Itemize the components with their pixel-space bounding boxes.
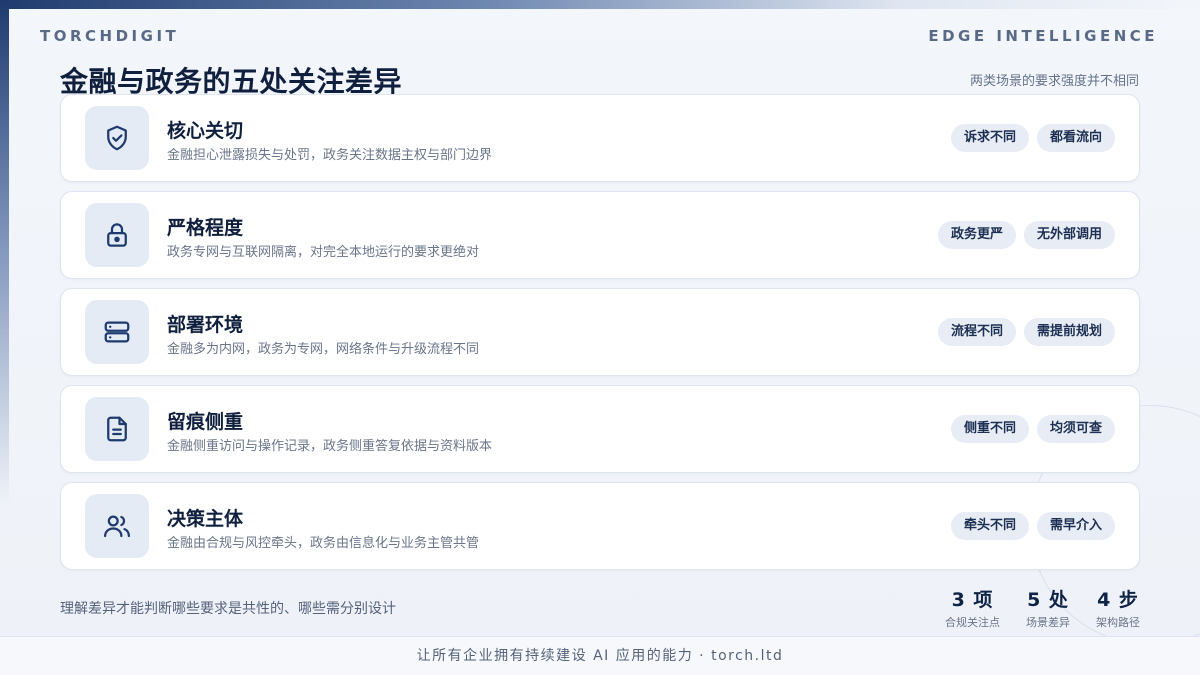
shield-check-icon — [85, 106, 149, 170]
stat-value: 5 处 — [1027, 589, 1069, 611]
card-title: 留痕侧重 — [167, 411, 244, 433]
card-description: 金融担心泄露损失与处罚，政务关注数据主权与部门边界 — [167, 148, 493, 163]
card-tags: 流程不同 需提前规划 — [937, 318, 1115, 346]
lock-icon — [85, 203, 149, 267]
users-icon — [85, 494, 149, 558]
card-tags: 侧重不同 均须可查 — [950, 415, 1115, 443]
stat-value: 4 步 — [1097, 589, 1139, 611]
tag-pill: 均须可查 — [1036, 415, 1115, 443]
card-description: 政务专网与互联网隔离，对完全本地运行的要求更绝对 — [167, 245, 480, 260]
card-description: 金融由合规与风控牵头，政务由信息化与业务主管共管 — [167, 536, 480, 551]
summary-stats: 3 项 合规关注点 5 处 场景差异 4 步 架构路径 — [945, 585, 1140, 630]
difference-card-list: 核心关切 金融担心泄露损失与处罚，政务关注数据主权与部门边界 诉求不同 都看流向… — [60, 94, 1140, 579]
card-title: 部署环境 — [167, 314, 244, 336]
stat-item: 5 处 场景差异 — [1026, 585, 1070, 630]
tag-pill: 需提前规划 — [1023, 318, 1115, 346]
stat-item: 3 项 合规关注点 — [945, 585, 1000, 630]
tag-pill: 需早介入 — [1036, 512, 1115, 540]
left-accent-bar — [0, 0, 9, 675]
brand-tagline: EDGE INTELLIGENCE — [928, 27, 1158, 45]
slide: TORCHDIGIT EDGE INTELLIGENCE 金融与政务的五处关注差… — [0, 0, 1200, 675]
bottom-tagline-bar: 让所有企业拥有持续建设 AI 应用的能力 · torch.ltd — [0, 636, 1200, 675]
tag-pill: 都看流向 — [1036, 124, 1115, 152]
card-description: 金融侧重访问与操作记录，政务侧重答复依据与资料版本 — [167, 439, 493, 454]
document-icon — [85, 397, 149, 461]
card-tags: 诉求不同 都看流向 — [950, 124, 1115, 152]
tag-pill: 无外部调用 — [1023, 221, 1115, 249]
difference-card: 部署环境 金融多为内网，政务为专网，网络条件与升级流程不同 流程不同 需提前规划 — [60, 288, 1140, 376]
stat-label: 架构路径 — [1096, 616, 1140, 629]
tag-pill: 诉求不同 — [950, 124, 1029, 152]
card-tags: 牵头不同 需早介入 — [950, 512, 1115, 540]
page-subtitle: 两类场景的要求强度并不相同 — [969, 74, 1139, 89]
server-icon — [85, 300, 149, 364]
tag-pill: 牵头不同 — [950, 512, 1029, 540]
stat-item: 4 步 架构路径 — [1096, 585, 1140, 630]
stat-value: 3 项 — [951, 589, 994, 611]
difference-card: 决策主体 金融由合规与风控牵头，政务由信息化与业务主管共管 牵头不同 需早介入 — [60, 482, 1140, 570]
card-title: 严格程度 — [167, 217, 244, 239]
card-description: 金融多为内网，政务为专网，网络条件与升级流程不同 — [167, 342, 480, 357]
stat-label: 场景差异 — [1026, 616, 1070, 629]
top-accent-bar — [0, 0, 1200, 9]
stat-label: 合规关注点 — [945, 616, 1000, 629]
card-title: 决策主体 — [167, 508, 244, 530]
difference-card: 严格程度 政务专网与互联网隔离，对完全本地运行的要求更绝对 政务更严 无外部调用 — [60, 191, 1140, 279]
tag-pill: 政务更严 — [937, 221, 1016, 249]
footer-note: 理解差异才能判断哪些要求是共性的、哪些需分别设计 — [60, 601, 396, 617]
tag-pill: 流程不同 — [937, 318, 1016, 346]
tag-pill: 侧重不同 — [950, 415, 1029, 443]
difference-card: 核心关切 金融担心泄露损失与处罚，政务关注数据主权与部门边界 诉求不同 都看流向 — [60, 94, 1140, 182]
brand-name: TORCHDIGIT — [40, 27, 180, 45]
card-title: 核心关切 — [167, 120, 244, 142]
card-tags: 政务更严 无外部调用 — [937, 221, 1115, 249]
difference-card: 留痕侧重 金融侧重访问与操作记录，政务侧重答复依据与资料版本 侧重不同 均须可查 — [60, 385, 1140, 473]
